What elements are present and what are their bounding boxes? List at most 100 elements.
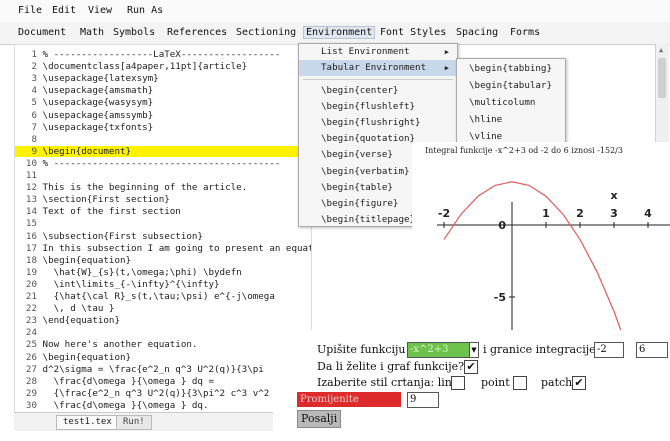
menu-item-tabbing[interactable]: \begin{tabbing} [457,61,565,77]
change-bounds-button[interactable]: Promijenite granice [297,392,401,420]
code-line[interactable]: 4 \usepackage{amsmath} [15,85,311,96]
function-dropdown-icon[interactable]: ▼ [469,342,479,358]
line-text: \usepackage{txfonts} [42,121,154,133]
code-line[interactable]: 14 Text of the first section [15,206,311,217]
line-text: \section{First section} [42,194,170,206]
code-line[interactable]: 1 % ------------------LaTeX-------------… [15,49,311,60]
line-checkbox[interactable] [451,376,465,390]
code-line[interactable]: 25 Now here's another equation. [15,339,311,350]
toolbar-forms[interactable]: Forms [510,27,540,38]
function-input[interactable]: -x^2+3 [407,342,471,358]
code-line[interactable]: 15 [15,218,311,229]
menu-item-label: \begin{verse} [321,149,393,161]
code-line[interactable]: 8 [15,134,311,145]
line-number: 24 [25,327,37,339]
menu-item-multicolumn[interactable]: \multicolumn [457,95,565,111]
line-number: 17 [25,242,37,254]
patch-checkbox[interactable]: ✔ [572,376,586,390]
scroll-up-icon[interactable]: ▲ [659,46,663,54]
points-input[interactable]: 9 [407,392,439,408]
code-line[interactable]: 16 \subsection{First subsection} [15,231,311,242]
code-line[interactable]: 12 This is the beginning of the article. [15,182,311,193]
code-line[interactable]: 5 \usepackage{wasysym} [15,97,311,108]
line-number: 10 [25,157,37,169]
line-text: \int\limits_{-\infty}^{\infty} [42,278,220,290]
point-label: point [481,376,510,389]
menu-item-environment[interactable]: \begin{flushright} [299,115,457,131]
integration-form: Upišite funkciju -x^2+3 ▼ i granice inte… [273,330,670,441]
menu-edit[interactable]: Edit [52,5,76,16]
style-label: Izaberite stil crtanja: line [317,376,459,389]
line-number: 29 [25,387,37,399]
menu-view[interactable]: View [88,5,112,16]
toolbar-spacing[interactable]: Spacing [456,27,498,38]
toolbar-environment[interactable]: Environment [302,26,376,39]
line-text: % --------------------------------------… [42,157,281,169]
scroll-thumb[interactable] [658,58,666,98]
toolbar-document[interactable]: Document [18,27,66,38]
x-tick-label: 1 [542,207,550,220]
code-line[interactable]: 2 \documentclass[a4paper,11pt]{article} [15,61,311,72]
code-line[interactable]: 22 \, d \tau } [15,303,311,314]
menu-bar: File Edit View Run As [0,0,670,22]
menu-file[interactable]: File [18,5,42,16]
code-line[interactable]: 7 \usepackage{txfonts} [15,122,311,133]
line-text: Text of the first section [42,206,181,218]
code-line[interactable]: 3 \usepackage{latexsym} [15,73,311,84]
lower-bound-input[interactable]: -2 [594,342,624,358]
code-line[interactable]: 11 [15,170,311,181]
line-text: \usepackage{wasysym} [42,97,154,109]
line-text: \usepackage{amssymb} [42,109,154,121]
code-line[interactable]: 23 \end{equation} [15,315,311,326]
line-text: d^2\sigma = \frac{e^2_n q^3 U^2(q)}{3\pi [42,363,264,375]
code-line[interactable]: 18 \begin{equation} [15,255,311,266]
menu-item-label: \begin{center} [321,85,399,96]
line-text: \begin{equation} [42,254,132,266]
line-number: 13 [25,194,37,206]
code-line[interactable]: 27 d^2\sigma = \frac{e^2_n q^3 U^2(q)}{3… [15,364,311,375]
code-line[interactable]: 21 {\hat{\cal R}_s(t,\tau;\psi) e^{-j\om… [15,291,311,302]
code-line[interactable]: 20 \int\limits_{-\infty}^{\infty} [15,279,311,290]
menu-run-as[interactable]: Run As [127,5,163,16]
line-number: 8 [31,133,37,145]
toolbar-references[interactable]: References [167,27,227,38]
line-number: 15 [25,218,37,230]
menu-item-environment[interactable]: \begin{flushleft} [299,99,457,115]
graph-checkbox[interactable]: ✔ [464,360,478,374]
menu-item-list-environment[interactable]: List Environment ▶ [299,44,457,60]
code-line[interactable]: 10 % -----------------------------------… [15,158,311,169]
tab-run[interactable]: Run! [116,415,152,430]
function-curve [443,181,649,413]
menu-item-label: \begin{flushright} [321,117,421,129]
code-editor[interactable]: 1 % ------------------LaTeX-------------… [14,44,312,414]
submit-button[interactable]: Posalji [297,410,342,428]
toolbar-math[interactable]: Math [80,27,104,38]
code-line[interactable]: 28 \frac{d\omega }{\omega } dq = [15,376,311,387]
code-line[interactable]: 19 \hat{W}_{s}(t,\omega;\phi) \bydefn [15,267,311,278]
menu-item-label: \begin{quotation} [321,133,416,145]
code-line[interactable]: 9 \begin{document} [15,145,311,157]
code-line[interactable]: 30 \frac{d\omega }{\omega } dq. [15,400,311,411]
code-line[interactable]: 13 \section{First section} [15,194,311,205]
toolbar-symbols[interactable]: Symbols [113,27,155,38]
code-line[interactable]: 26 \begin{equation} [15,352,311,363]
menu-item-tabular-environment[interactable]: Tabular Environment ▶ [299,60,457,76]
tab-test1[interactable]: test1.tex [56,415,119,430]
menu-item-hline[interactable]: \hline [457,112,565,128]
toolbar-font-styles[interactable]: Font Styles [380,27,446,38]
menu-item-label: \begin{figure} [321,197,399,209]
code-line[interactable]: 24 [15,327,311,338]
code-line[interactable]: 17 In this subsection I am going to pres… [15,243,311,254]
line-text: \hat{W}_{s}(t,\omega;\phi) \bydefn [42,266,242,278]
menu-item-environment[interactable]: \begin{center} [299,83,457,99]
code-line[interactable]: 6 \usepackage{amssymb} [15,110,311,121]
line-number: 2 [31,61,37,73]
toolbar-sectioning[interactable]: Sectioning [236,27,296,38]
tabular-submenu: \begin{tabbing} \begin{tabular} \multico… [456,58,566,148]
point-checkbox[interactable] [513,376,527,390]
line-number: 20 [25,278,37,290]
code-line[interactable]: 29 {\frac{e^2_n q^3 U^2(q)}{3\pi^2 c^3 v… [15,388,311,399]
upper-bound-input[interactable]: 6 [636,342,668,358]
function-plot: -212340-5-10-15x [437,181,670,441]
menu-item-tabular[interactable]: \begin{tabular} [457,78,565,94]
